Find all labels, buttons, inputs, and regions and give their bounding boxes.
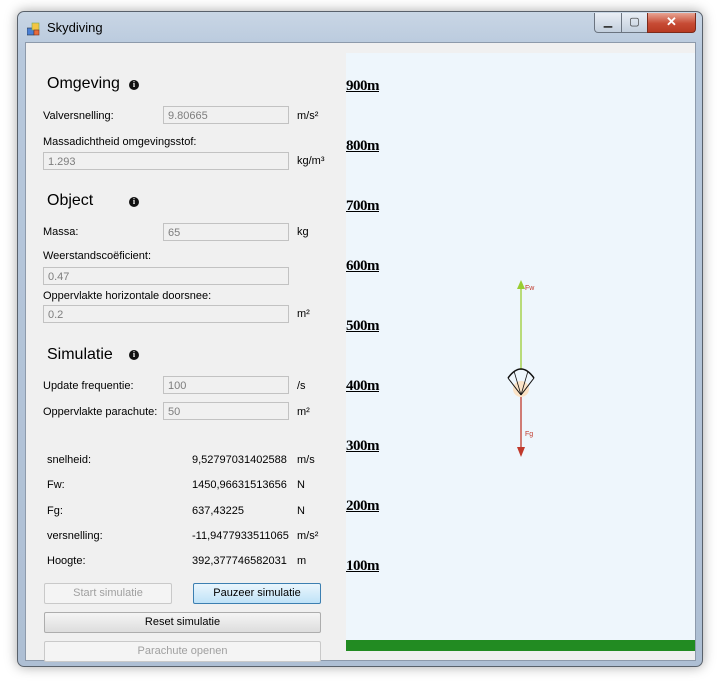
parachute-oppervlakte-input[interactable]: 50 xyxy=(163,402,289,420)
altitude-marker: 600m xyxy=(346,258,380,274)
stat-unit: m/s² xyxy=(297,530,319,542)
maximize-button[interactable]: ▢ xyxy=(621,13,648,33)
window-title: Skydiving xyxy=(47,20,103,35)
valversnelling-unit: m/s² xyxy=(297,110,319,122)
oppervlakte-label: Oppervlakte horizontale doorsnee: xyxy=(43,290,212,302)
update-frequentie-unit: /s xyxy=(297,380,306,392)
massa-unit: kg xyxy=(297,226,309,238)
stat-unit: m xyxy=(297,555,307,567)
massa-label: Massa: xyxy=(43,226,79,238)
massadichtheid-unit: kg/m³ xyxy=(297,155,325,167)
massa-input[interactable]: 65 xyxy=(163,223,289,241)
weerstand-input[interactable]: 0.47 xyxy=(43,267,289,285)
pause-simulation-button[interactable]: Pauzeer simulatie xyxy=(193,583,321,604)
oppervlakte-input[interactable]: 0.2 xyxy=(43,305,289,323)
altitude-marker: 200m xyxy=(346,498,380,514)
altitude-marker: 500m xyxy=(346,318,380,334)
stat-unit: N xyxy=(297,505,305,517)
client-area: Omgeving i Valversnelling: 9.80665 m/s² … xyxy=(25,42,696,662)
close-button[interactable]: ✕ xyxy=(647,13,696,33)
stat-value: 637,43225 xyxy=(192,505,244,517)
gravity-arrowhead xyxy=(517,447,525,457)
gravity-vector-label: Fg xyxy=(525,431,533,438)
drag-arrowhead xyxy=(517,280,525,289)
stat-value: 392,377746582031 xyxy=(192,555,287,567)
stat-value: -11,9477933511065 xyxy=(192,530,289,542)
massadichtheid-label: Massadichtheid omgevingsstof: xyxy=(43,136,197,148)
altitude-marker: 100m xyxy=(346,558,380,574)
reset-simulation-button[interactable]: Reset simulatie xyxy=(44,612,321,633)
object-heading: Object xyxy=(47,192,94,209)
stat-label: versnelling: xyxy=(47,530,103,542)
title-bar[interactable]: Skydiving ▁ ▢ ✕ xyxy=(18,12,702,42)
omgeving-heading: Omgeving xyxy=(47,75,120,92)
massadichtheid-input[interactable]: 1.293 xyxy=(43,152,289,170)
parachute-oppervlakte-label: Oppervlakte parachute: xyxy=(43,406,158,418)
valversnelling-input[interactable]: 9.80665 xyxy=(163,106,289,124)
simulation-canvas: 900m 800m 700m 600m 500m 400m 300m 200m … xyxy=(346,53,695,651)
altitude-marker: 900m xyxy=(346,78,380,94)
stat-unit: N xyxy=(297,479,305,491)
altitude-marker: 800m xyxy=(346,138,380,154)
parachute-oppervlakte-unit: m² xyxy=(297,406,310,418)
weerstand-label: Weerstandscoëficient: xyxy=(43,250,152,262)
stat-unit: m/s xyxy=(297,454,315,466)
simulatie-heading: Simulatie xyxy=(47,346,113,363)
stat-label: Fw: xyxy=(47,479,65,491)
altitude-marker: 300m xyxy=(346,438,380,454)
oppervlakte-unit: m² xyxy=(297,308,310,320)
update-frequentie-label: Update frequentie: xyxy=(43,380,134,392)
minimize-button[interactable]: ▁ xyxy=(594,13,622,33)
stat-label: Hoogte: xyxy=(47,555,86,567)
app-icon xyxy=(27,22,40,36)
info-icon[interactable]: i xyxy=(129,197,139,207)
ground xyxy=(346,640,695,651)
valversnelling-label: Valversnelling: xyxy=(43,110,114,122)
start-simulation-button[interactable]: Start simulatie xyxy=(44,583,172,604)
altitude-marker: 700m xyxy=(346,198,380,214)
skydiver-graphic: Fw Fg xyxy=(507,280,535,457)
stat-label: snelheid: xyxy=(47,454,92,466)
stat-value: 1450,96631513656 xyxy=(192,479,287,491)
update-frequentie-input[interactable]: 100 xyxy=(163,376,289,394)
info-icon[interactable]: i xyxy=(129,80,139,90)
open-parachute-button[interactable]: Parachute openen xyxy=(44,641,321,662)
info-icon[interactable]: i xyxy=(129,350,139,360)
drag-vector-label: Fw xyxy=(525,285,535,292)
stat-label: Fg: xyxy=(47,505,63,517)
stat-value: 9,52797031402588 xyxy=(192,454,287,466)
app-window: Skydiving ▁ ▢ ✕ Omgeving i Valversnellin… xyxy=(17,11,703,667)
parachute-canopy xyxy=(507,368,535,379)
altitude-marker: 400m xyxy=(346,378,380,394)
